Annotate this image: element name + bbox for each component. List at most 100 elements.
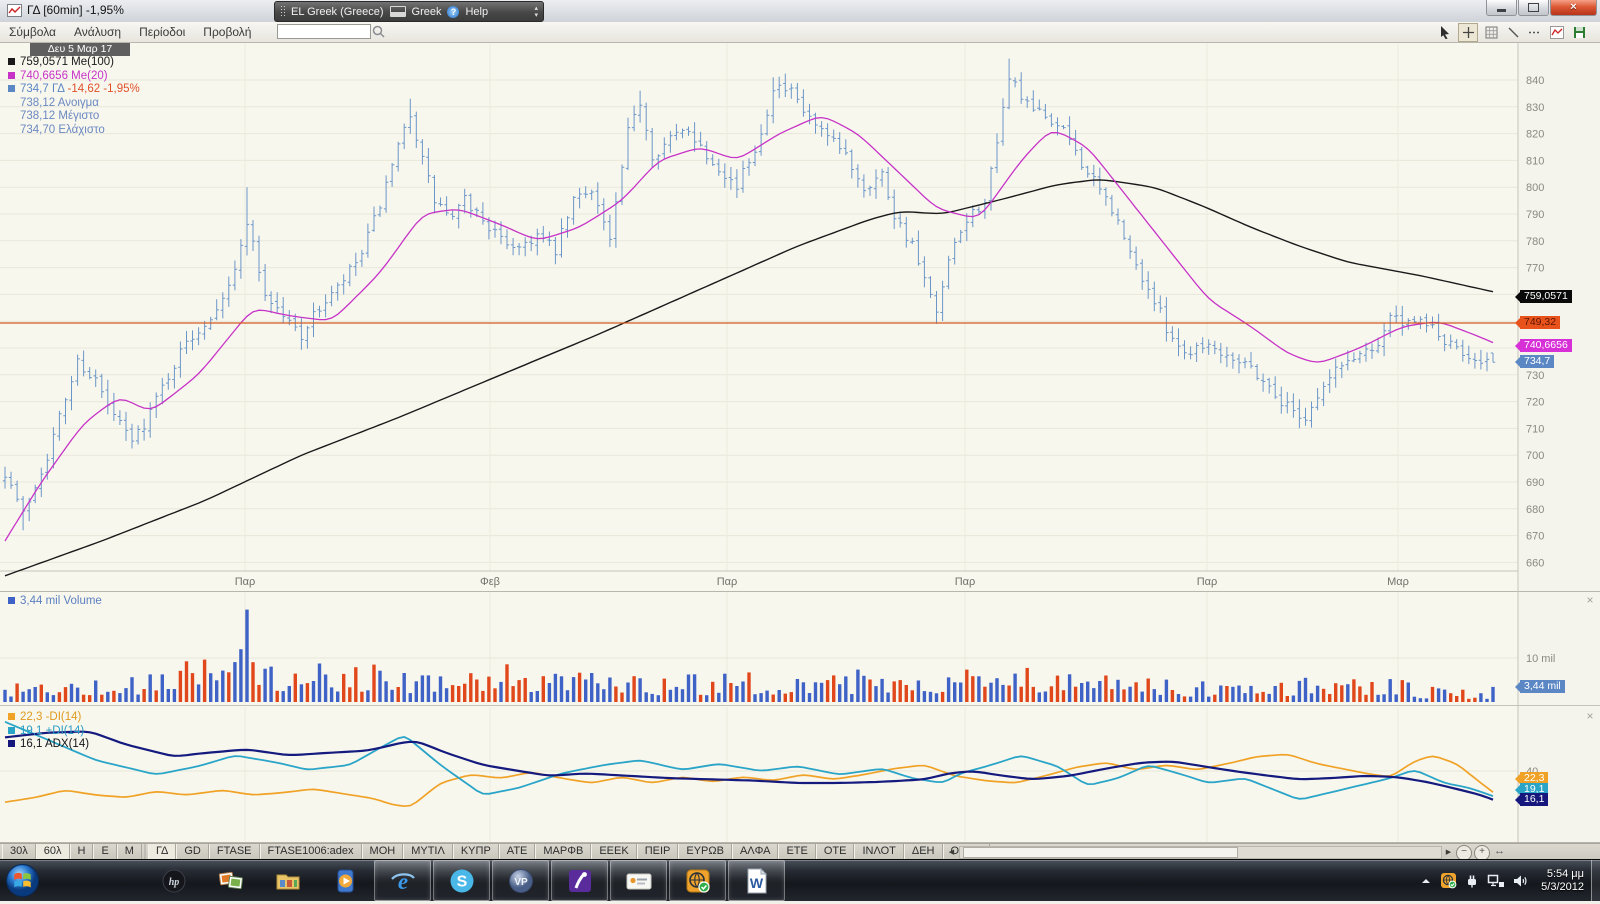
badge-arrow-icon — [1515, 357, 1520, 367]
tab-symbol-FTASE1006:adex[interactable]: FTASE1006:adex — [260, 844, 362, 859]
crosshair-icon[interactable] — [1458, 23, 1478, 42]
svg-text:730: 730 — [1526, 370, 1544, 382]
tab-period-Η[interactable]: Η — [70, 844, 94, 859]
price-chart[interactable]: 6606706806907007107207307407507607707807… — [0, 42, 1600, 591]
tab-symbol-ΚΥΠΡ[interactable]: ΚΥΠΡ — [453, 844, 499, 859]
taskbar-media-player-icon[interactable] — [317, 861, 372, 900]
desktop: ΓΔ [60min] -1,95% EL Greek (Greece) Gree… — [0, 0, 1600, 900]
taskbar: hp eS VP W 5:54 μμ 5/3/2012 — [0, 859, 1600, 901]
svg-text:680: 680 — [1526, 504, 1544, 516]
tab-symbol-ΓΔ[interactable]: ΓΔ — [148, 844, 176, 859]
taskbar-web-shortcut-icon[interactable] — [610, 860, 667, 901]
fit-width-icon[interactable]: ↔ — [1494, 845, 1505, 857]
tray-power-plug-icon[interactable] — [1464, 873, 1480, 889]
tabs-scrollbar-thumb[interactable] — [963, 847, 1238, 858]
menu-items: ΣύμβολαΑνάλυσηΠερίοδοιΠροβολή — [0, 22, 1600, 41]
clock-date: 5/3/2012 — [1541, 881, 1584, 894]
svg-text:810: 810 — [1526, 155, 1544, 167]
pointer-icon[interactable] — [1436, 24, 1454, 41]
tray-volume-icon[interactable] — [1512, 873, 1529, 889]
adx-di-chart[interactable]: 40 — [0, 706, 1600, 843]
search-icon[interactable] — [372, 25, 385, 43]
menu-Προβολή[interactable]: Προβολή — [194, 22, 260, 39]
legend-row: 3,44 mil Volume — [8, 595, 102, 609]
help-icon[interactable]: ? — [447, 6, 459, 18]
chart-icon[interactable] — [1548, 24, 1566, 41]
tab-symbol-FTASE[interactable]: FTASE — [209, 844, 260, 859]
badge-arrow-icon — [1515, 774, 1520, 784]
tab-symbol-GD[interactable]: GD — [176, 844, 209, 859]
help-label[interactable]: Help — [465, 6, 488, 18]
price-badge-2: 740,6656 — [1520, 339, 1572, 352]
tabs-scroll-left-icon[interactable]: ◀ — [945, 846, 958, 857]
maximize-button[interactable] — [1518, 0, 1549, 16]
tab-symbol-ΜΟΗ[interactable]: ΜΟΗ — [362, 844, 404, 859]
tab-symbol-ΜΥΤΙΛ[interactable]: ΜΥΤΙΛ — [403, 844, 453, 859]
crosshair-date-tooltip: Δευ 5 Μαρ 17 — [30, 43, 130, 56]
legend-text: 3,44 mil Volume — [20, 595, 102, 607]
taskbar-clock[interactable]: 5:54 μμ 5/3/2012 — [1541, 868, 1584, 894]
language-bar[interactable]: EL Greek (Greece) Greek ? Help ▴▾ — [274, 1, 544, 22]
tab-symbol-ΠΕΙΡ[interactable]: ΠΕΙΡ — [637, 844, 679, 859]
taskbar-word-icon[interactable]: W — [728, 860, 785, 901]
tab-symbol-ΙΝΛΟΤ[interactable]: ΙΝΛΟΤ — [854, 844, 903, 859]
menu-Περίοδοι[interactable]: Περίοδοι — [130, 22, 194, 39]
legend-row: 734,7 ΓΔ -14,62 -1,95% — [8, 83, 140, 97]
indicator-panel-close-icon[interactable]: × — [1584, 711, 1596, 723]
tab-symbol-ΑΛΦΑ[interactable]: ΑΛΦΑ — [732, 844, 778, 859]
legend-text: 734,70 Ελάχιστο — [20, 124, 105, 136]
svg-text:800: 800 — [1526, 182, 1544, 194]
tab-period-60λ[interactable]: 60λ — [36, 844, 70, 859]
legend-change: -14,62 -1,95% — [64, 83, 139, 95]
minimize-button[interactable] — [1486, 0, 1517, 16]
show-desktop-button[interactable] — [1591, 860, 1600, 901]
taskbar-explorer-folder-icon[interactable] — [260, 861, 315, 900]
window-title: ΓΔ [60min] -1,95% — [27, 3, 124, 17]
tab-symbol-ΔΕΗ[interactable]: ΔΕΗ — [904, 844, 943, 859]
tray-hidden-icons-icon[interactable] — [1419, 874, 1433, 888]
badge-arrow-icon — [1515, 795, 1520, 805]
langbar-options-icon[interactable]: ▴▾ — [534, 5, 538, 19]
menu-Σύμβολα[interactable]: Σύμβολα — [0, 22, 65, 39]
taskbar-security-globe-icon[interactable] — [669, 860, 726, 901]
symbol-search-input[interactable] — [277, 24, 371, 39]
menu-Ανάλυση[interactable]: Ανάλυση — [65, 22, 130, 39]
tray-network-icon[interactable] — [1487, 873, 1505, 889]
language-label[interactable]: EL Greek (Greece) — [291, 6, 384, 18]
save-icon[interactable] — [1570, 24, 1588, 41]
trendline-icon[interactable] — [1504, 24, 1522, 41]
tab-period-Ε[interactable]: Ε — [93, 844, 116, 859]
indicator-legend: 22,3 -DI(14)19,1 +DI(14)16,1 ADX(14) — [8, 711, 89, 752]
badge-arrow-icon — [1515, 292, 1520, 302]
keyboard-layout-label[interactable]: Greek — [412, 6, 442, 18]
close-button[interactable]: × — [1550, 0, 1597, 16]
tab-symbol-ΜΑΡΦΒ[interactable]: ΜΑΡΦΒ — [535, 844, 591, 859]
langbar-grip-icon[interactable] — [280, 5, 285, 18]
tab-symbol-ΕΥΡΩΒ[interactable]: ΕΥΡΩΒ — [678, 844, 732, 859]
dotted-line-icon[interactable] — [1526, 24, 1544, 41]
tab-symbol-ΑΤΕ[interactable]: ΑΤΕ — [499, 844, 536, 859]
taskbar-hp-support-icon[interactable]: hp — [146, 861, 201, 900]
legend-row: 738,12 Μέγιστο — [8, 110, 140, 124]
taskbar-photo-viewer-icon[interactable] — [203, 861, 258, 900]
window-controls: × — [1485, 0, 1597, 16]
keyboard-icon — [390, 6, 406, 17]
volume-panel-close-icon[interactable]: × — [1584, 595, 1596, 607]
start-button[interactable] — [4, 862, 41, 899]
tab-symbol-ΟΤΕ[interactable]: ΟΤΕ — [816, 844, 855, 859]
tab-period-30λ[interactable]: 30λ — [2, 844, 36, 859]
volume-chart[interactable]: 10 mil — [0, 591, 1600, 706]
tray-security-globe-icon[interactable] — [1440, 872, 1457, 889]
tabs-scroll-right-icon[interactable]: ▶ — [1442, 846, 1455, 857]
taskbar-vp-app-icon[interactable]: VP — [492, 860, 549, 901]
taskbar-internet-explorer-icon[interactable]: e — [374, 860, 431, 901]
legend-row: 22,3 -DI(14) — [8, 711, 89, 725]
tab-symbol-ΕΤΕ[interactable]: ΕΤΕ — [778, 844, 815, 859]
taskbar-skype-icon[interactable]: S — [433, 860, 490, 901]
tab-symbol-ΕΕΕΚ[interactable]: ΕΕΕΚ — [591, 844, 636, 859]
svg-text:VP: VP — [514, 877, 528, 888]
legend-swatch — [8, 713, 15, 720]
grid-icon[interactable] — [1482, 24, 1500, 41]
tab-period-Μ[interactable]: Μ — [117, 844, 142, 859]
taskbar-purple-app-icon[interactable] — [551, 860, 608, 901]
